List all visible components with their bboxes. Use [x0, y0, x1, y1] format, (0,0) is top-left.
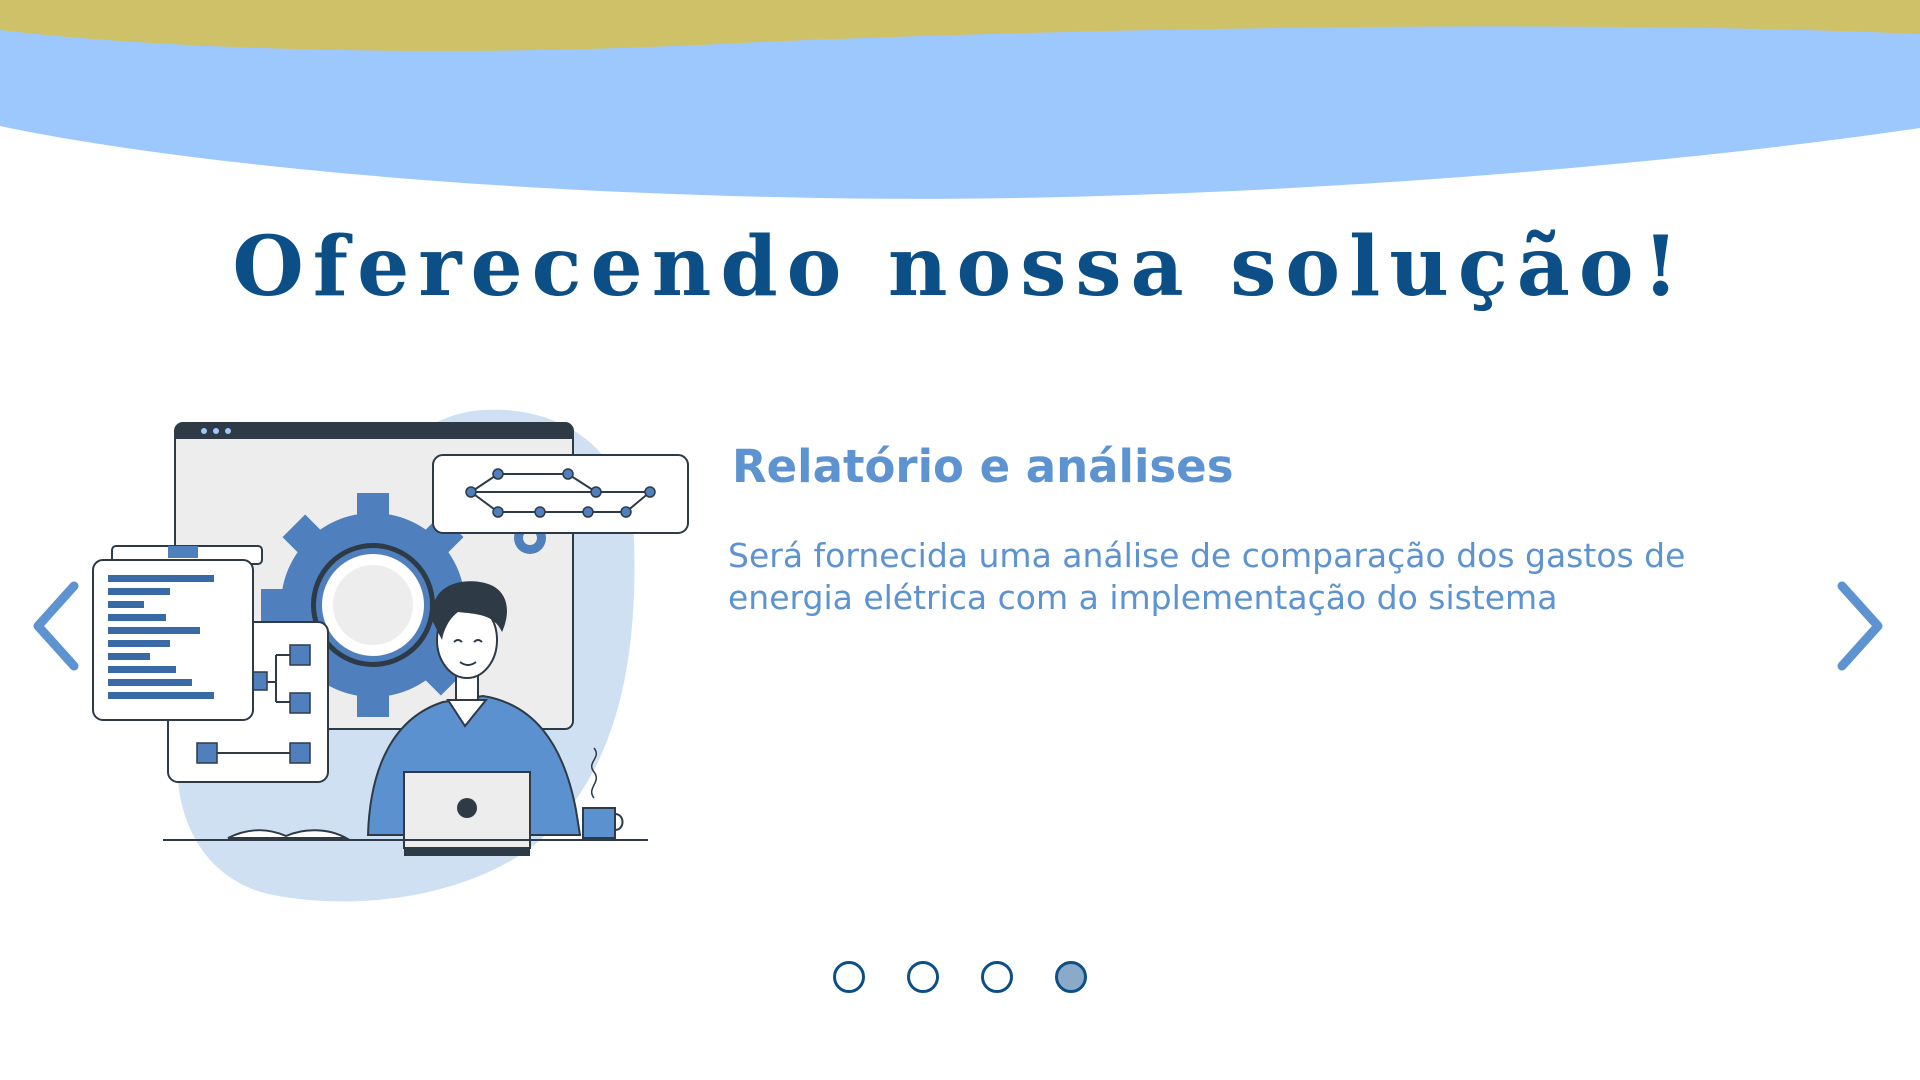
- analyst-illustration: [92, 409, 689, 902]
- slide-heading: Relatório e análises: [732, 440, 1234, 493]
- chevron-left-icon: [33, 581, 79, 671]
- page-title: Oferecendo nossa solução!: [232, 219, 1688, 315]
- chevron-right-icon: [1837, 581, 1883, 671]
- carousel-dot-4[interactable]: [1055, 961, 1087, 993]
- carousel-dot-1[interactable]: [833, 961, 865, 993]
- carousel-pagination: [833, 961, 1087, 997]
- slide-description: Será fornecida uma análise de comparação…: [728, 536, 1686, 617]
- header-wave-decoration: [0, 0, 1920, 199]
- carousel-dot-2[interactable]: [907, 961, 939, 993]
- carousel-prev-button[interactable]: [26, 578, 86, 674]
- carousel-dot-3[interactable]: [981, 961, 1013, 993]
- carousel-next-button[interactable]: [1830, 578, 1890, 674]
